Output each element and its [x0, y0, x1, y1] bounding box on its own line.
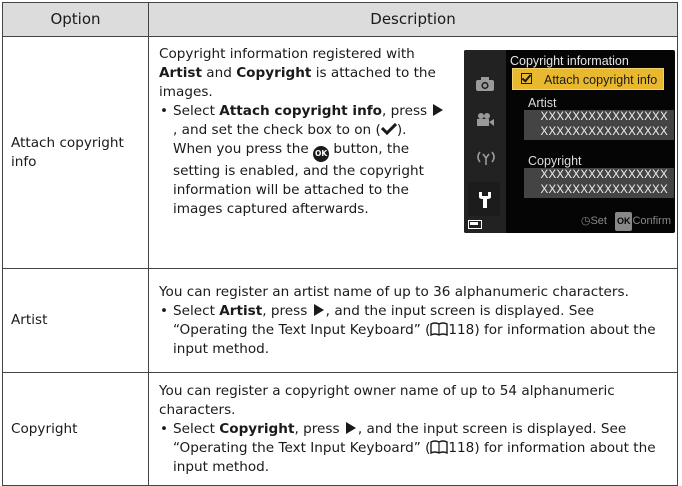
table-row: Attach copyright info Copyright informat… [2, 36, 678, 269]
description-intro: You can register a copyright owner name … [159, 382, 615, 418]
option-name: Attach copyright info [2, 36, 149, 269]
battery-icon [468, 220, 482, 229]
checkbox-checked-icon [521, 73, 532, 84]
ok-badge: OK [614, 212, 633, 231]
screen-footer: ◷Set OK Confirm [581, 212, 671, 231]
description-intro: You can register an artist name of up to… [159, 283, 629, 300]
page-ref[interactable]: 118 [448, 322, 474, 338]
table-row: Copyright You can register a copyright o… [2, 372, 678, 486]
copyright-value: XXXXXXXXXXXXXXXX XXXXXXXXXXXXXXXX [524, 168, 674, 198]
camera-icon [475, 76, 495, 96]
description-bullets: Select Attach copyright info, press , an… [159, 102, 447, 219]
menu-sidebar [464, 50, 506, 233]
list-item: Select Artist, press , and the input scr… [159, 302, 669, 359]
option-description: Copyright information registered with Ar… [148, 36, 678, 269]
option-description: You can register a copyright owner name … [148, 372, 678, 486]
list-item: Select Attach copyright info, press , an… [159, 102, 447, 219]
wrench-icon [475, 190, 495, 210]
right-arrow-icon [345, 421, 356, 434]
table-header-row: Option Description [2, 2, 678, 37]
table-row: Artist You can register an artist name o… [2, 268, 678, 373]
checkmark-icon [380, 122, 397, 136]
book-reference-icon [430, 321, 449, 336]
option-name: Copyright [2, 372, 149, 486]
wireless-icon [475, 150, 495, 170]
ok-button-icon: OK [313, 146, 330, 162]
header-description: Description [148, 2, 678, 37]
right-arrow-icon [433, 104, 444, 116]
list-item: Select Copyright, press , and the input … [159, 420, 669, 477]
book-reference-icon [430, 439, 449, 454]
right-arrow-icon [313, 303, 324, 316]
camera-menu-screenshot: Copyright information Attach copyright i… [464, 50, 675, 233]
attach-copyright-item: Attach copyright info [512, 68, 664, 90]
artist-value: XXXXXXXXXXXXXXXX XXXXXXXXXXXXXXXX [524, 110, 674, 140]
movie-icon [475, 112, 495, 132]
options-table: Option Description Attach copyright info… [2, 2, 678, 486]
page-ref[interactable]: 118 [448, 440, 474, 456]
option-name: Artist [2, 268, 149, 373]
description-bullets: Select Artist, press , and the input scr… [159, 302, 669, 359]
description-bullets: Select Copyright, press , and the input … [159, 420, 669, 477]
description-intro: Copyright information registered with Ar… [159, 46, 436, 100]
header-option: Option [2, 2, 149, 37]
option-description: You can register an artist name of up to… [148, 268, 678, 373]
